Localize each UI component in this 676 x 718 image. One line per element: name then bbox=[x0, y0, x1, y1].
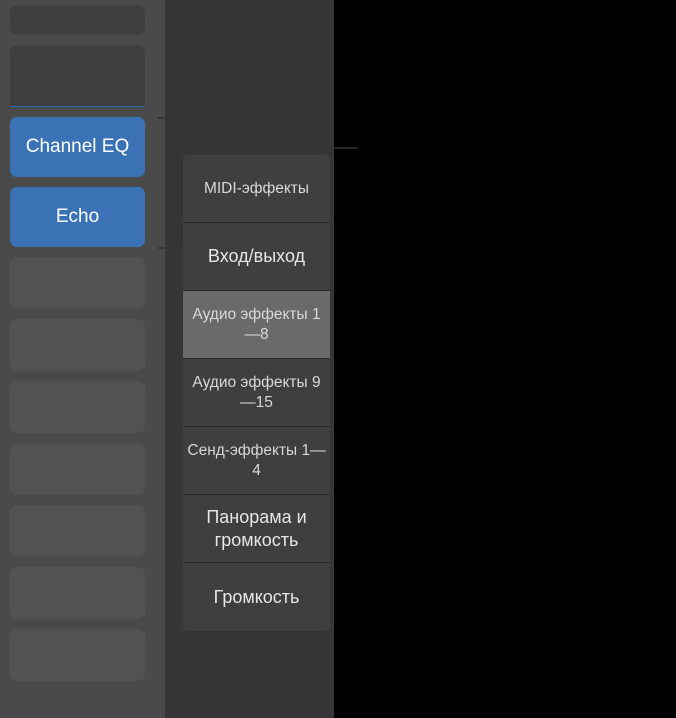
plugin-label: Channel EQ bbox=[26, 136, 130, 158]
slot-empty-1[interactable] bbox=[10, 5, 145, 35]
menu-item-label: Аудио эффекты 1—8 bbox=[187, 305, 326, 344]
menu-item-send-fx-1-4[interactable]: Сенд-эффекты 1—4 bbox=[183, 427, 330, 495]
slot-empty-8[interactable] bbox=[10, 567, 145, 619]
slot-empty-7[interactable] bbox=[10, 505, 145, 557]
menu-item-midi-effects[interactable]: MIDI-эффекты bbox=[183, 155, 330, 223]
menu-item-io[interactable]: Вход/выход bbox=[183, 223, 330, 291]
menu-item-label: Вход/выход bbox=[208, 245, 305, 268]
menu-item-label: Громкость bbox=[214, 586, 300, 609]
slot-empty-6[interactable] bbox=[10, 443, 145, 495]
menu-item-volume[interactable]: Громкость bbox=[183, 563, 330, 631]
context-menu: MIDI-эффекты Вход/выход Аудио эффекты 1—… bbox=[183, 155, 330, 631]
channel-strip: Channel EQ Echo bbox=[0, 0, 165, 718]
menu-item-label: MIDI-эффекты bbox=[204, 179, 309, 198]
menu-item-audio-fx-9-15[interactable]: Аудио эффекты 9—15 bbox=[183, 359, 330, 427]
slot-empty-9[interactable] bbox=[10, 629, 145, 681]
plugin-slot-channel-eq[interactable]: Channel EQ bbox=[10, 117, 145, 177]
slot-empty-4[interactable] bbox=[10, 319, 145, 371]
plugin-slot-echo[interactable]: Echo bbox=[10, 187, 145, 247]
menu-item-label: Сенд-эффекты 1—4 bbox=[187, 441, 326, 480]
slot-empty-2[interactable] bbox=[10, 45, 145, 107]
slot-empty-5[interactable] bbox=[10, 381, 145, 433]
slot-empty-3[interactable] bbox=[10, 257, 145, 309]
plugin-label: Echo bbox=[56, 206, 99, 228]
menu-item-label: Панорама и громкость bbox=[187, 506, 326, 551]
menu-item-audio-fx-1-8[interactable]: Аудио эффекты 1—8 bbox=[183, 291, 330, 359]
menu-item-label: Аудио эффекты 9—15 bbox=[187, 373, 326, 412]
menu-item-pan-volume[interactable]: Панорама и громкость bbox=[183, 495, 330, 563]
